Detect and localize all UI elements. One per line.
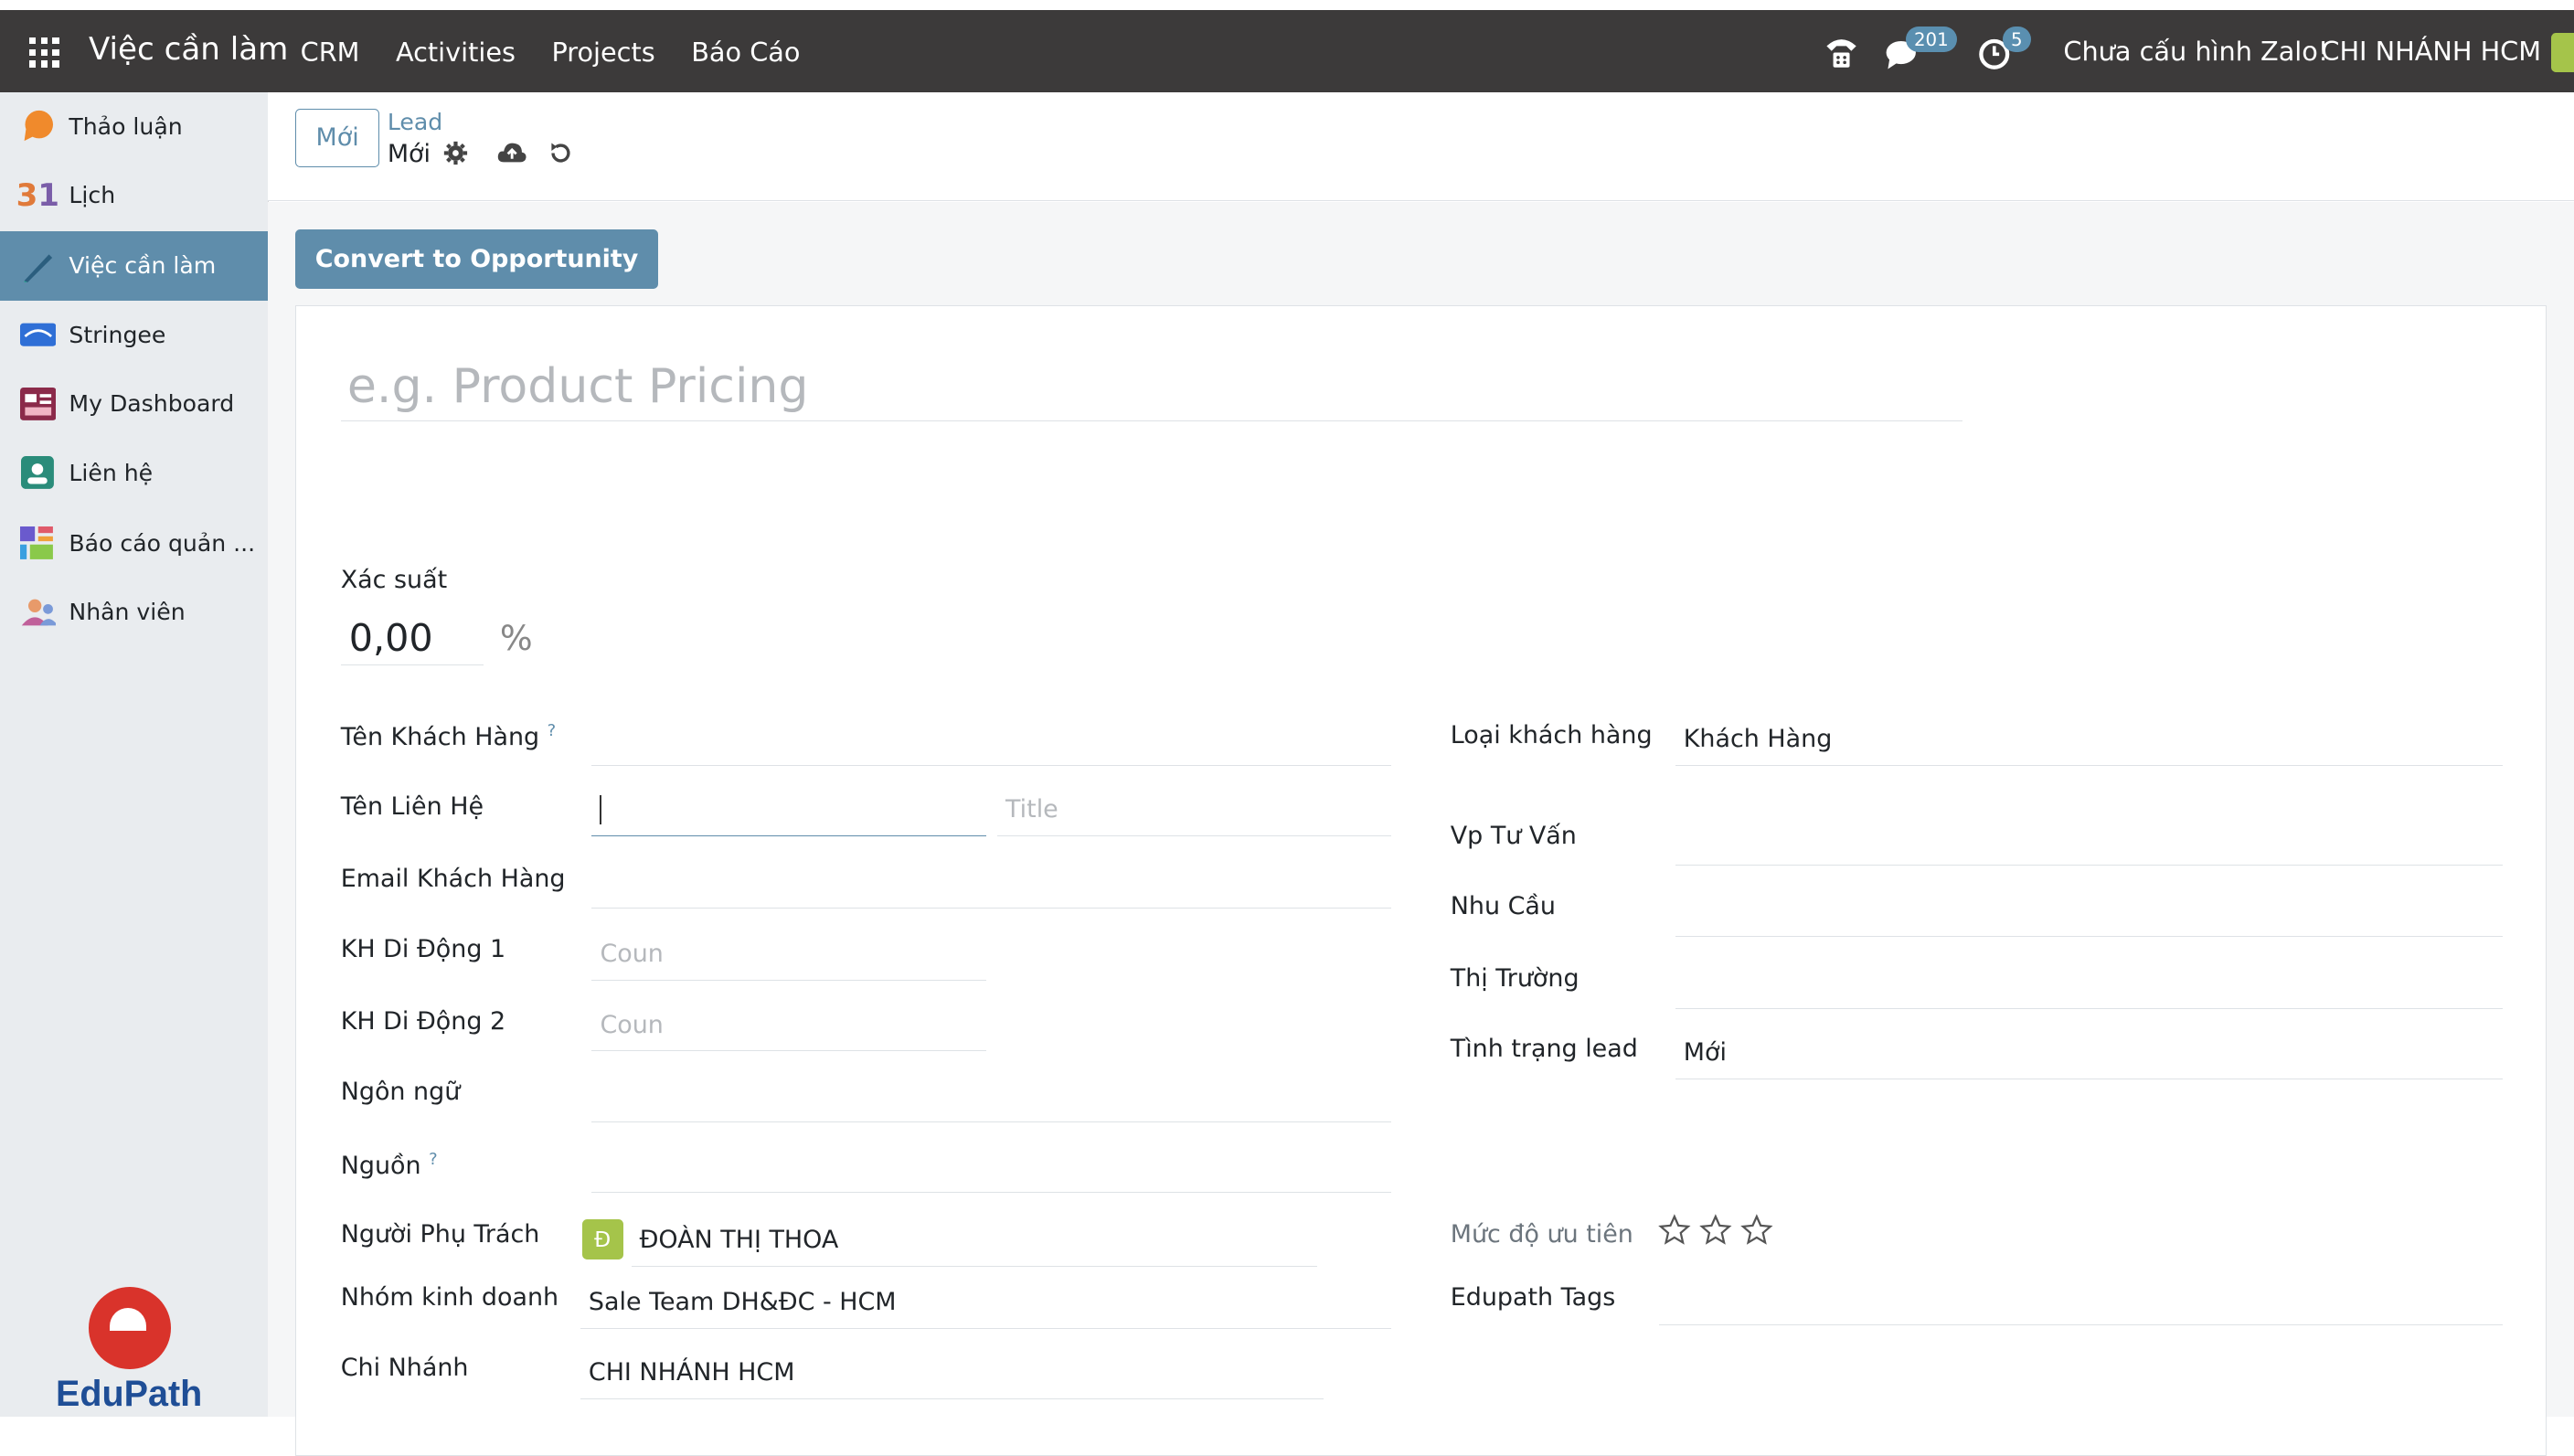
star-icon[interactable] <box>1657 1214 1692 1247</box>
customer-name-label: Tên Khách Hàng ? <box>340 721 557 752</box>
star-icon[interactable] <box>1698 1214 1733 1247</box>
sidebar-item-contacts[interactable]: Liên hệ <box>0 438 268 506</box>
contact-name-field[interactable] <box>591 784 986 837</box>
mobile1-label: KH Di Động 1 <box>340 934 506 963</box>
sidebar-item-stringee[interactable]: Stringee <box>0 301 268 369</box>
market-label: Thị Trường <box>1450 964 1580 994</box>
probability-label: Xác suất <box>340 565 448 594</box>
office-label: Vp Tư Vấn <box>1450 821 1577 850</box>
customer-name-field[interactable] <box>591 713 1392 766</box>
gear-icon[interactable] <box>443 141 468 172</box>
sidebar-item-management-report[interactable]: Báo cáo quản ... <box>0 509 268 578</box>
help-icon[interactable]: ? <box>548 721 557 740</box>
new-button[interactable]: Mới <box>295 108 380 168</box>
market-field[interactable] <box>1675 956 2503 1009</box>
sales-team-label: Nhóm kinh doanh <box>340 1282 559 1312</box>
logo-text: EduPath <box>56 1374 203 1415</box>
help-icon[interactable]: ? <box>429 1150 438 1169</box>
lead-status-field[interactable]: Mới <box>1675 1026 2503 1079</box>
form-sheet: e.g. Product Pricing Xác suất 0,00 % Tên… <box>295 305 2547 1456</box>
email-label: Email Khách Hàng <box>340 864 566 893</box>
chat-bubble-icon <box>20 109 57 145</box>
top-navbar: Việc cần làm CRM Activities Projects Báo… <box>0 9 2574 92</box>
needs-label: Nhu Cầu <box>1450 892 1556 921</box>
branch-switcher[interactable]: CHI NHÁNH HCM <box>2321 36 2541 67</box>
phone-icon[interactable] <box>1822 33 1861 79</box>
messages-count-badge: 201 <box>1906 26 1957 53</box>
text-caret <box>600 794 602 825</box>
sidebar-item-dashboard[interactable]: My Dashboard <box>0 369 268 438</box>
menu-item-activities[interactable]: Activities <box>396 37 516 68</box>
pen-icon <box>20 248 57 284</box>
sidebar-item-todo[interactable]: Việc cần làm <box>0 231 268 301</box>
zalo-status[interactable]: Chưa cấu hình Zalo! <box>2063 36 2328 67</box>
report-blocks-icon <box>19 526 57 562</box>
email-field[interactable] <box>591 856 1392 909</box>
activities-count-badge: 5 <box>2002 26 2031 53</box>
form-view: Convert to Opportunity e.g. Product Pric… <box>267 201 2574 1456</box>
menu-item-projects[interactable]: Projects <box>551 37 654 68</box>
lead-status-label: Tình trạng lead <box>1450 1035 1638 1064</box>
source-label: Nguồn ? <box>340 1150 438 1181</box>
navbar-right: 201 5 Chưa cấu hình Zalo! CHI NHÁNH HCM <box>1822 26 2574 72</box>
contact-name-label: Tên Liên Hệ <box>340 792 484 821</box>
sidebar-item-label: Stringee <box>69 321 166 348</box>
language-label: Ngôn ngữ <box>340 1078 461 1107</box>
sidebar-item-label: Lịch <box>69 182 116 209</box>
breadcrumb-current: Mới <box>387 139 431 168</box>
sidebar-item-label: Báo cáo quản ... <box>69 529 256 557</box>
owner-avatar: Đ <box>581 1218 623 1260</box>
sidebar-item-label: My Dashboard <box>69 390 235 418</box>
sidebar-item-discuss[interactable]: Thảo luận <box>0 92 268 161</box>
app-grid-icon[interactable] <box>29 37 59 68</box>
sidebar-item-label: Liên hệ <box>69 459 154 486</box>
breadcrumb-lead[interactable]: Lead <box>388 109 442 135</box>
main-menu: CRM Activities Projects Báo Cáo <box>301 37 801 68</box>
sidebar-item-label: Thảo luận <box>69 112 183 140</box>
mobile2-label: KH Di Động 2 <box>340 1006 506 1036</box>
percent-sign: % <box>499 618 533 659</box>
calendar-31-icon: 31 <box>16 176 60 214</box>
office-field[interactable] <box>1675 813 2503 866</box>
priority-label: Mức độ ưu tiên <box>1450 1220 1633 1249</box>
cloud-save-icon[interactable] <box>497 141 526 172</box>
sidebar-item-calendar[interactable]: 31 Lịch <box>0 161 268 229</box>
control-panel: Mới Lead Mới <box>267 91 2574 202</box>
mobile1-country-field[interactable]: Coun <box>591 929 986 982</box>
user-avatar[interactable] <box>2550 32 2574 72</box>
star-icon[interactable] <box>1739 1214 1774 1247</box>
customer-type-label: Loại khách hàng <box>1450 721 1653 750</box>
sidebar-item-employees[interactable]: Nhân viên <box>0 578 268 646</box>
contact-card-icon <box>20 454 57 491</box>
tags-label: Edupath Tags <box>1450 1282 1616 1312</box>
customer-type-field[interactable]: Khách Hàng <box>1675 713 2503 766</box>
owner-field[interactable]: ĐOÀN THỊ THOA <box>631 1214 1318 1267</box>
stringee-icon <box>19 317 57 354</box>
branch-label: Chi Nhánh <box>340 1353 469 1382</box>
language-field[interactable] <box>591 1069 1392 1122</box>
dashboard-icon <box>19 386 57 422</box>
owner-label: Người Phụ Trách <box>340 1220 540 1249</box>
edupath-logo: EduPath <box>46 1282 227 1430</box>
probability-input[interactable]: 0,00 <box>340 611 484 666</box>
contact-title-field[interactable]: Title <box>997 784 1392 837</box>
sidebar-item-label: Nhân viên <box>69 599 186 626</box>
source-field[interactable] <box>591 1140 1392 1193</box>
branch-field[interactable]: CHI NHÁNH HCM <box>580 1347 1324 1400</box>
app-title[interactable]: Việc cần làm <box>89 31 288 68</box>
lead-title-input[interactable]: e.g. Product Pricing <box>340 352 1963 421</box>
sidebar: Thảo luận 31 Lịch Việc cần làm Stringee … <box>0 91 269 1417</box>
convert-to-opportunity-button[interactable]: Convert to Opportunity <box>295 229 658 290</box>
tags-field[interactable] <box>1658 1273 2503 1326</box>
sidebar-item-label: Việc cần làm <box>69 252 217 280</box>
sales-team-field[interactable]: Sale Team DH&ĐC - HCM <box>580 1276 1392 1329</box>
people-icon <box>20 594 57 631</box>
priority-stars <box>1657 1214 1773 1247</box>
mobile2-country-field[interactable]: Coun <box>591 999 986 1052</box>
menu-item-reports[interactable]: Báo Cáo <box>691 37 800 68</box>
menu-item-crm[interactable]: CRM <box>301 37 360 68</box>
discard-icon[interactable] <box>548 141 573 172</box>
needs-field[interactable] <box>1675 884 2503 937</box>
